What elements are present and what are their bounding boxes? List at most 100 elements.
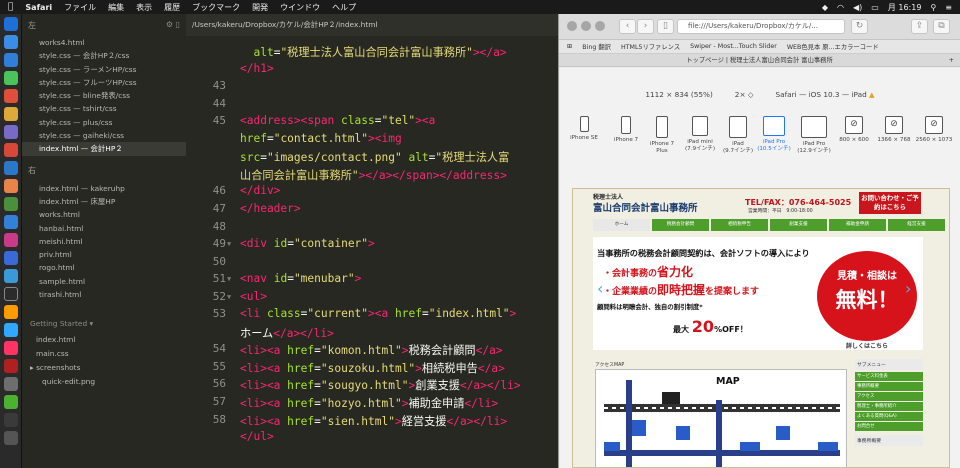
bookmark-item[interactable]: WEB色見本 原...エカラーコード: [787, 42, 879, 51]
code-line[interactable]: </div>: [240, 184, 280, 197]
code-line[interactable]: <li><a href="sien.html">経営支援</a></li>: [240, 413, 507, 429]
dropbox-icon[interactable]: ◆: [822, 3, 828, 12]
sidebar-file-item[interactable]: index.html — 床屋HP: [22, 195, 186, 208]
sidebar-file-item[interactable]: style.css — bline発表/css: [22, 89, 186, 102]
photoshop-icon[interactable]: [4, 323, 18, 337]
folder-screenshots[interactable]: ▸ screenshots: [22, 361, 186, 375]
code-line[interactable]: ホーム</a></li>: [240, 325, 334, 341]
sidebar-file-item[interactable]: style.css — gaiheki/css: [22, 129, 186, 142]
minimize-button[interactable]: [581, 21, 591, 31]
zoom-button[interactable]: [595, 21, 605, 31]
terminal-icon[interactable]: [4, 287, 18, 301]
fold-arrow-icon[interactable]: ▼: [227, 240, 231, 248]
file-item[interactable]: quick-edit.png: [22, 375, 186, 389]
back-icon[interactable]: ‹: [619, 19, 636, 34]
dreamweaver-icon[interactable]: [4, 395, 18, 409]
site-nav-item[interactable]: 税務会計顧問: [652, 219, 709, 231]
code-line[interactable]: href="contact.html"><img: [240, 132, 402, 145]
site-banner[interactable]: 当事務所の税務会計顧問契約は、会計ソフトの導入により ・会計事務の省力化 ・企業…: [593, 237, 923, 350]
trash-icon[interactable]: [4, 431, 18, 445]
code-line[interactable]: </h1>: [240, 62, 274, 75]
photos-icon[interactable]: [4, 143, 18, 157]
close-button[interactable]: [567, 21, 577, 31]
code-line[interactable]: <nav id="menubar">: [240, 272, 361, 285]
submenu-item[interactable]: アクセス: [855, 392, 923, 401]
code-line[interactable]: <ul>: [240, 290, 267, 303]
code-line[interactable]: <li><a href="komon.html">税務会計顧問</a>: [240, 342, 503, 358]
sidebar-file-item[interactable]: meishi.html: [22, 235, 186, 248]
sidebar-file-item[interactable]: style.css — plus/css: [22, 116, 186, 129]
settings-icon[interactable]: ⚙ ▯: [166, 20, 180, 29]
wifi-icon[interactable]: ◠: [837, 3, 844, 12]
site-nav-item[interactable]: 経営支援: [888, 219, 945, 231]
slider-next-icon[interactable]: ›: [905, 279, 911, 298]
device-preset[interactable]: ⊘ 800 × 600: [832, 116, 876, 144]
code-line[interactable]: alt="税理士法人富山合同会計富山事務所"></a>: [240, 44, 506, 60]
numbers-icon[interactable]: [4, 197, 18, 211]
menu-view[interactable]: 表示: [136, 2, 152, 13]
bookmark-item[interactable]: Bing 翻訳: [582, 42, 611, 51]
address-bar[interactable]: file:///Users/kakeru/Dropbox/カケル/...: [677, 19, 845, 34]
rdm-user-agent[interactable]: Safari — iOS 10.3 — iPad ▲: [776, 90, 875, 99]
forward-icon[interactable]: ›: [637, 19, 654, 34]
code-line[interactable]: <address><span class="tel"><a: [240, 114, 435, 127]
list-icon[interactable]: ≡: [945, 3, 952, 12]
code-line[interactable]: src="images/contact.png" alt="税理士法人富: [240, 149, 509, 165]
file-item[interactable]: index.html: [22, 333, 186, 347]
fold-arrow-icon[interactable]: ▼: [227, 293, 231, 301]
device-preset[interactable]: iPad Pro (12.9インチ): [792, 116, 836, 155]
code-line[interactable]: </header>: [240, 202, 301, 215]
appstore-icon[interactable]: [4, 35, 18, 49]
sidebar-file-item[interactable]: hanbai.html: [22, 222, 186, 235]
keynote-icon[interactable]: [4, 215, 18, 229]
code-line[interactable]: <li><a href="hozyo.html">補助金申請</li>: [240, 395, 498, 411]
submenu-item[interactable]: サービス料金表: [855, 372, 923, 381]
grid-icon[interactable]: ⊞: [567, 43, 572, 50]
device-preset[interactable]: ⊘ 1366 × 768: [872, 116, 916, 144]
code-line[interactable]: <li><a href="sougyo.html">創業支援</a></li>: [240, 377, 521, 393]
calendar-icon[interactable]: [4, 89, 18, 103]
xcode-icon[interactable]: [4, 251, 18, 265]
menu-safari[interactable]: Safari: [25, 3, 52, 12]
code-editor[interactable]: /Users/kakeru/Dropbox/カケル/会計HP２/index.ht…: [186, 14, 558, 468]
code-line[interactable]: 山合同会計富山事務所"></a></span></address>: [240, 167, 507, 183]
sidebar-file-item[interactable]: works4.html: [22, 36, 186, 49]
sidebar-file-item[interactable]: style.css — ラーメンHP/css: [22, 63, 186, 76]
search-icon[interactable]: ⚲: [930, 3, 936, 12]
sidebar-file-item[interactable]: sample.html: [22, 275, 186, 288]
slider-prev-icon[interactable]: ‹: [597, 279, 603, 298]
atom-icon[interactable]: [4, 269, 18, 283]
file-item[interactable]: main.css: [22, 347, 186, 361]
menu-bookmarks[interactable]: ブックマーク: [192, 2, 240, 13]
getting-started-header[interactable]: Getting Started ▾: [22, 315, 186, 333]
apple-icon[interactable]: : [8, 2, 13, 12]
menu-clock[interactable]: 月 16:19: [888, 2, 922, 13]
itunes-icon[interactable]: [4, 233, 18, 247]
finder-icon[interactable]: [4, 17, 18, 31]
submenu-item[interactable]: お問合せ: [855, 422, 923, 431]
sidebar-file-item[interactable]: index.html — kakeruhp: [22, 182, 186, 195]
menu-window[interactable]: ウインドウ: [280, 2, 320, 13]
folder-icon[interactable]: [4, 377, 18, 391]
website-preview[interactable]: 税理士法人 富山合同会計富山事務所 TEL/FAX：076-464-5025 営…: [572, 188, 950, 468]
battery-icon[interactable]: ▭: [871, 3, 879, 12]
acrobat-icon[interactable]: [4, 359, 18, 373]
line-icon[interactable]: [4, 71, 18, 85]
notes-icon[interactable]: [4, 107, 18, 121]
menu-help[interactable]: ヘルプ: [332, 2, 356, 13]
menu-develop[interactable]: 開発: [252, 2, 268, 13]
sidebar-file-item[interactable]: priv.html: [22, 248, 186, 261]
submenu-item[interactable]: 事務所概要: [855, 382, 923, 391]
volume-icon[interactable]: ◀): [853, 3, 862, 12]
share-icon[interactable]: ⇪: [911, 19, 928, 34]
code-line[interactable]: <li><a href="souzoku.html">相続税申告</a>: [240, 360, 505, 376]
sidebar-file-item[interactable]: style.css — フルーツHP/css: [22, 76, 186, 89]
code-line[interactable]: <div id="container">: [240, 237, 375, 250]
fold-arrow-icon[interactable]: ▼: [227, 275, 231, 283]
site-nav-item[interactable]: 補助金申請: [829, 219, 886, 231]
device-preset[interactable]: iPhone SE: [562, 116, 606, 142]
tabs-icon[interactable]: ⧉: [933, 19, 950, 34]
submenu-item[interactable]: よくある質問(Q&A): [855, 412, 923, 421]
sidebar-file-item[interactable]: style.css — 会計HP２/css: [22, 49, 186, 62]
menu-file[interactable]: ファイル: [64, 2, 96, 13]
